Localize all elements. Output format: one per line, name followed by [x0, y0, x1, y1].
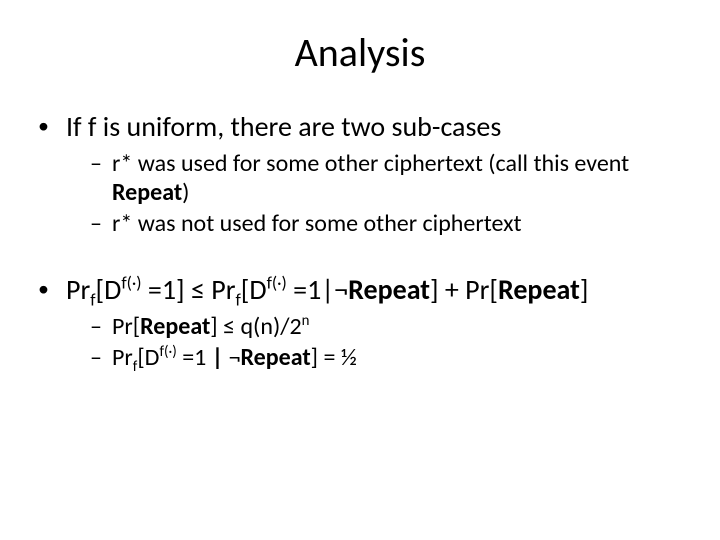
dash-marker: – — [90, 313, 112, 342]
bullet-item-1: • If f is uniform, there are two sub-cas… — [38, 109, 682, 144]
sub-bullet-2a: – Pr[Repeat] ≤ q(n)/2n — [90, 313, 682, 342]
sub-bullet-1b: – r* was not used for some other ciphert… — [90, 210, 682, 239]
dash-marker: – — [90, 150, 112, 208]
bullet-marker: • — [38, 272, 66, 307]
dash-marker: – — [90, 210, 112, 239]
sub-bullet-1a: – r* was used for some other ciphertext … — [90, 150, 682, 208]
sub-bullet-text: r* was not used for some other ciphertex… — [112, 210, 682, 239]
bullet-text: If f is uniform, there are two sub-cases — [66, 109, 682, 144]
slide-title: Analysis — [38, 28, 682, 77]
bullet-marker: • — [38, 109, 66, 144]
sub-bullet-text: Pr[Repeat] ≤ q(n)/2n — [112, 313, 682, 342]
sub-bullet-text: r* was used for some other ciphertext (c… — [112, 150, 682, 208]
bullet-text-formula: Prf[Df(·) =1] ≤ Prf[Df(·) =1|¬Repeat] + … — [66, 272, 682, 307]
dash-marker: – — [90, 344, 112, 373]
bullet-item-2: • Prf[Df(·) =1] ≤ Prf[Df(·) =1|¬Repeat] … — [38, 272, 682, 307]
sub-bullet-2b: – Prf[Df(·) =1 | ¬Repeat] = ½ — [90, 344, 682, 373]
sub-bullet-text: Prf[Df(·) =1 | ¬Repeat] = ½ — [112, 344, 682, 373]
